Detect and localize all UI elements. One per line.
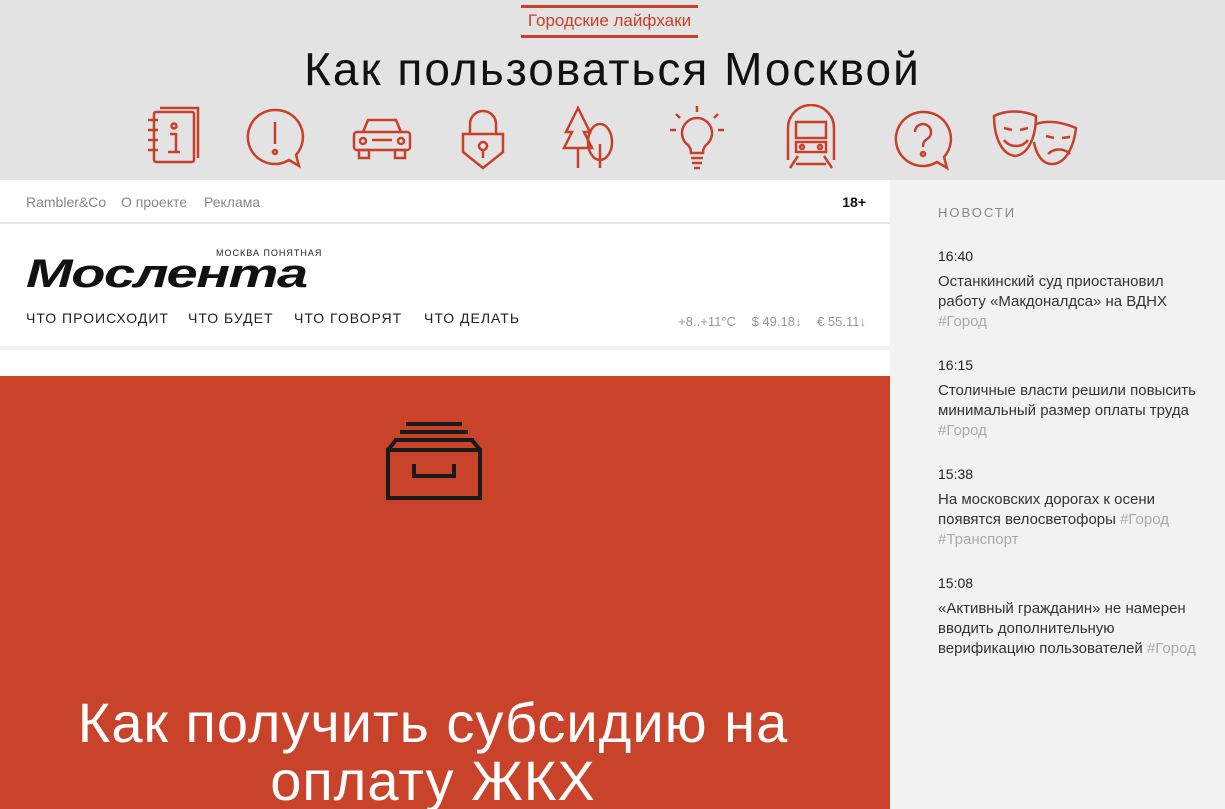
topbar-link-ads[interactable]: Реклама: [204, 194, 260, 210]
top-bar: Rambler&Co О проекте Реклама 18+: [0, 180, 890, 224]
news-heading: НОВОСТИ: [938, 205, 1017, 220]
nav-item-what-they-say[interactable]: ЧТО ГОВОРЯТ: [294, 310, 402, 326]
news-time: 16:15: [938, 357, 974, 373]
theater-masks-icon[interactable]: [990, 104, 1080, 174]
car-icon[interactable]: [347, 104, 417, 174]
question-bubble-icon[interactable]: [888, 104, 958, 174]
news-tag[interactable]: #Город: [1147, 640, 1196, 657]
news-tag[interactable]: #Город: [938, 313, 987, 330]
news-item[interactable]: 15:38 На московских дорогах к осени появ…: [938, 464, 1208, 550]
info-rates: +8..+11°C $ 49.18↓ € 55.11↓: [678, 314, 866, 329]
banner-icons: [140, 103, 1090, 176]
header-divider: [0, 346, 890, 350]
news-text[interactable]: «Активный гражданин» не намерен вводить …: [938, 599, 1208, 659]
news-sidebar: НОВОСТИ 16:40 Останкинский суд приостано…: [890, 180, 1225, 809]
nav-item-what-to-do[interactable]: ЧТО ДЕЛАТЬ: [424, 310, 520, 326]
notebook-info-icon[interactable]: [140, 104, 210, 174]
hero-title[interactable]: Как получить субсидию на оплату ЖКХ: [0, 694, 866, 809]
promo-banner[interactable]: Городские лайфхаки Как пользоваться Моск…: [0, 0, 1225, 180]
usd-rate: $ 49.18↓: [751, 314, 802, 329]
trees-icon[interactable]: [554, 104, 624, 174]
main-column: Rambler&Co О проекте Реклама 18+ МОСКВА …: [0, 180, 890, 809]
inbox-tray-icon: [384, 420, 484, 502]
banner-title[interactable]: Как пользоваться Москвой: [0, 40, 1225, 98]
eur-rate: € 55.11↓: [817, 314, 866, 329]
news-tag[interactable]: #Город: [938, 422, 987, 439]
banner-kicker[interactable]: Городские лайфхаки: [521, 5, 698, 38]
topbar-link-rambler[interactable]: Rambler&Co: [26, 194, 106, 210]
train-icon[interactable]: [776, 103, 846, 174]
news-time: 16:40: [938, 248, 974, 264]
hero-article[interactable]: Как получить субсидию на оплату ЖКХ: [0, 376, 890, 809]
lightbulb-icon[interactable]: [662, 104, 732, 174]
news-text[interactable]: Столичные власти решили повысить минимал…: [938, 381, 1208, 441]
topbar-link-about[interactable]: О проекте: [121, 194, 187, 210]
news-item[interactable]: 16:40 Останкинский суд приостановил рабо…: [938, 246, 1208, 332]
nav-item-what-happens[interactable]: ЧТО ПРОИСХОДИТ: [26, 310, 169, 326]
site-logo[interactable]: МОСКВА ПОНЯТНАЯ Мослента: [26, 248, 336, 296]
news-time: 15:38: [938, 466, 974, 482]
weather-value: +8..+11°C: [678, 314, 736, 329]
logo-wordmark: Мослента: [26, 252, 308, 296]
news-text[interactable]: Останкинский суд приостановил работу «Ма…: [938, 272, 1208, 332]
news-time: 15:08: [938, 575, 974, 591]
age-rating-badge: 18+: [842, 194, 866, 210]
news-item[interactable]: 15:08 «Активный гражданин» не намерен вв…: [938, 573, 1208, 659]
news-text[interactable]: На московских дорогах к осени появятся в…: [938, 490, 1208, 550]
exclamation-bubble-icon[interactable]: [240, 104, 310, 174]
nav-item-what-will-be[interactable]: ЧТО БУДЕТ: [188, 310, 274, 326]
padlock-icon[interactable]: [448, 104, 518, 174]
news-item[interactable]: 16:15 Столичные власти решили повысить м…: [938, 355, 1208, 441]
